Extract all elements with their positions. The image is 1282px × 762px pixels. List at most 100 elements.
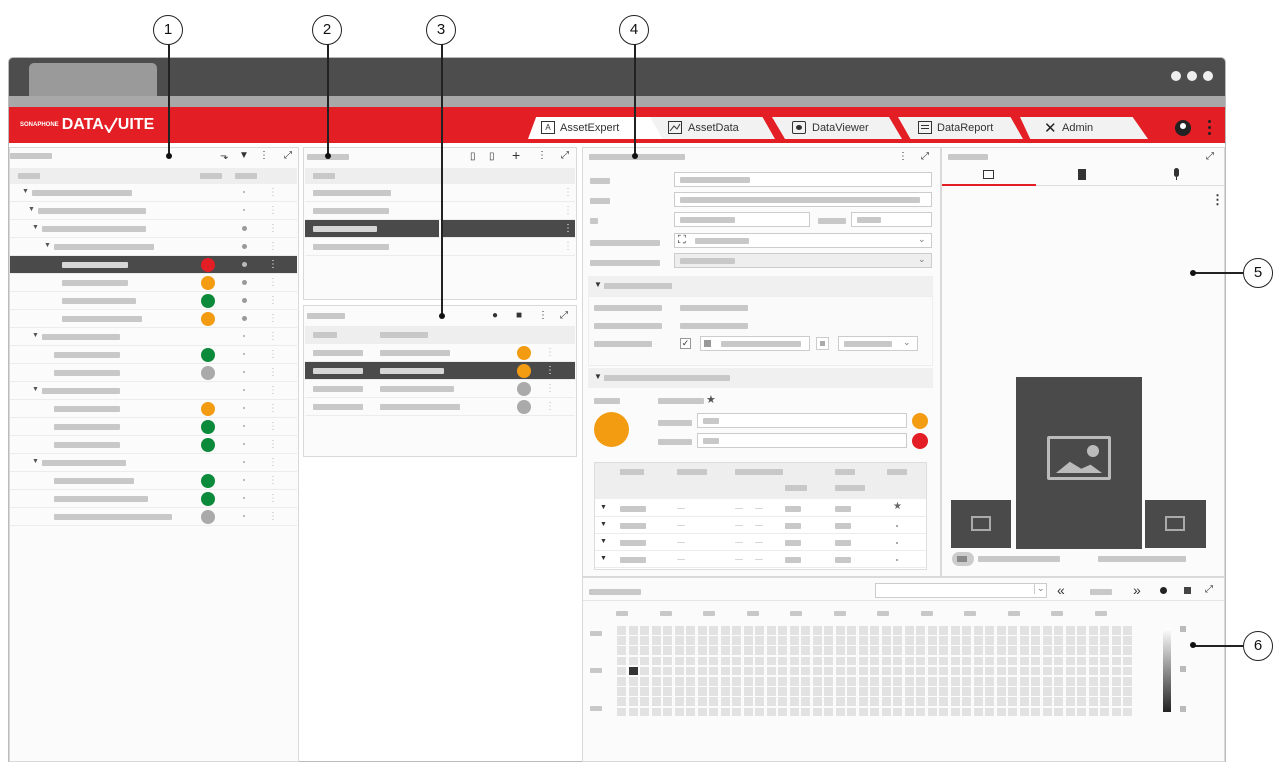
heatmap-cell[interactable] — [881, 666, 891, 676]
heatmap-cell[interactable] — [732, 626, 741, 635]
tree-row-label[interactable] — [42, 334, 120, 340]
heatmap-cell[interactable] — [778, 646, 787, 655]
column-label[interactable] — [703, 611, 715, 616]
heatmap-cell[interactable] — [973, 646, 983, 655]
measurement-date[interactable] — [313, 368, 363, 374]
heatmap-cell[interactable] — [1008, 707, 1017, 717]
kebab-icon[interactable]: ⋮ — [268, 493, 278, 504]
sub-status-dot[interactable] — [243, 191, 245, 193]
heatmap-cell[interactable] — [1042, 656, 1052, 666]
heatmap-cell[interactable] — [824, 687, 833, 696]
tree-row-label[interactable] — [54, 370, 120, 376]
heatmap-cell[interactable] — [617, 626, 626, 635]
heatmap-cell[interactable] — [985, 626, 994, 635]
heatmap-cell[interactable] — [628, 636, 638, 645]
heatmap-cell[interactable] — [985, 636, 994, 645]
heatmap-cell[interactable] — [732, 666, 741, 676]
row-label[interactable] — [590, 668, 602, 673]
heatmap-cell[interactable] — [674, 646, 684, 655]
heatmap-cell[interactable] — [996, 666, 1006, 676]
add-icon[interactable]: + — [512, 148, 520, 162]
heatmap-cell[interactable] — [1008, 697, 1017, 706]
heatmap-cell[interactable] — [1065, 646, 1075, 655]
heatmap-cell[interactable] — [824, 707, 833, 717]
heatmap-cell[interactable] — [789, 707, 799, 717]
heatmap-cell[interactable] — [1008, 646, 1017, 655]
heatmap-cell[interactable] — [663, 687, 672, 696]
heatmap-cell[interactable] — [950, 697, 960, 706]
heatmap-cell[interactable] — [1111, 687, 1121, 696]
heatmap-cell[interactable] — [732, 707, 741, 717]
heatmap-cell[interactable] — [1088, 677, 1098, 686]
heatmap-cell[interactable] — [847, 707, 856, 717]
heatmap-cell[interactable] — [1123, 697, 1132, 706]
heatmap-cell[interactable] — [789, 646, 799, 655]
heatmap-cell[interactable] — [985, 646, 994, 655]
heatmap-cell[interactable] — [893, 697, 902, 706]
heatmap-cell[interactable] — [1077, 636, 1086, 645]
column-label[interactable] — [616, 611, 628, 616]
stop-icon[interactable] — [1184, 587, 1191, 594]
heatmap-cell[interactable] — [927, 636, 937, 645]
heatmap-cell[interactable] — [1111, 707, 1121, 717]
kebab-icon[interactable]: ⋮ — [268, 241, 278, 252]
heatmap-cell[interactable] — [939, 636, 948, 645]
tree-row-label[interactable] — [54, 244, 154, 250]
heatmap-cell[interactable] — [697, 656, 707, 666]
heatmap-cell[interactable] — [904, 626, 914, 635]
heatmap-cell[interactable] — [962, 636, 971, 645]
heatmap-cell[interactable] — [1111, 666, 1121, 676]
heatmap-cell[interactable] — [847, 666, 856, 676]
heatmap-cell[interactable] — [1008, 666, 1017, 676]
heatmap-cell[interactable] — [1088, 666, 1098, 676]
chevron-down-icon[interactable]: ▼ — [32, 224, 39, 231]
heatmap-cell[interactable] — [1031, 687, 1040, 696]
heatmap-cell[interactable] — [858, 687, 868, 696]
expand-icon[interactable]: ⤢ — [284, 151, 292, 161]
media-tab-document[interactable] — [1036, 166, 1130, 186]
heatmap-cell[interactable] — [996, 707, 1006, 717]
heatmap-cell[interactable] — [812, 656, 822, 666]
sub-status-dot[interactable] — [242, 262, 247, 267]
heatmap-cell[interactable] — [709, 666, 718, 676]
heatmap-cell[interactable] — [766, 707, 776, 717]
heatmap-cell[interactable] — [801, 636, 810, 645]
tree-row[interactable]: ⋮ — [10, 292, 297, 310]
heatmap-cell[interactable] — [755, 677, 764, 686]
heatmap-cell[interactable] — [732, 677, 741, 686]
field-3b[interactable] — [851, 212, 932, 227]
heatmap-cell[interactable] — [1042, 687, 1052, 696]
heatmap-cell[interactable] — [904, 677, 914, 686]
measurement-name[interactable] — [380, 386, 454, 392]
heatmap-cell[interactable] — [663, 666, 672, 676]
heatmap-cell[interactable] — [870, 707, 879, 717]
heatmap-cell[interactable] — [1123, 707, 1132, 717]
heatmap-cell[interactable] — [651, 636, 661, 645]
heatmap-cell[interactable] — [950, 636, 960, 645]
measurement-row[interactable]: ⋮ — [305, 362, 575, 380]
heatmap-cell[interactable] — [893, 646, 902, 655]
media-tab-audio[interactable] — [1130, 166, 1224, 186]
heatmap-cell[interactable] — [835, 687, 845, 696]
heatmap-cell[interactable] — [835, 677, 845, 686]
sub-status-dot[interactable] — [243, 209, 245, 211]
heatmap-cell[interactable] — [1077, 626, 1086, 635]
heatmap-cell[interactable] — [824, 626, 833, 635]
field-3a[interactable] — [674, 212, 810, 227]
heatmap-cell[interactable] — [789, 626, 799, 635]
kebab-icon[interactable]: ⋮ — [268, 223, 278, 234]
heatmap-cell[interactable] — [824, 677, 833, 686]
column-label[interactable] — [877, 611, 889, 616]
heatmap-cell[interactable] — [1042, 666, 1052, 676]
heatmap-cell[interactable] — [686, 687, 695, 696]
kebab-icon[interactable]: ⋮ — [259, 151, 269, 161]
heatmap-cell[interactable] — [858, 677, 868, 686]
heatmap-cell[interactable] — [755, 626, 764, 635]
cell[interactable] — [735, 508, 743, 509]
status-dot[interactable] — [201, 474, 215, 488]
kebab-icon[interactable]: ⋮ — [268, 385, 278, 396]
heatmap-cell[interactable] — [985, 666, 994, 676]
heatmap-cell[interactable] — [939, 707, 948, 717]
heatmap-cell[interactable] — [697, 677, 707, 686]
tree-row[interactable]: ▼ ⋮ — [10, 220, 297, 238]
